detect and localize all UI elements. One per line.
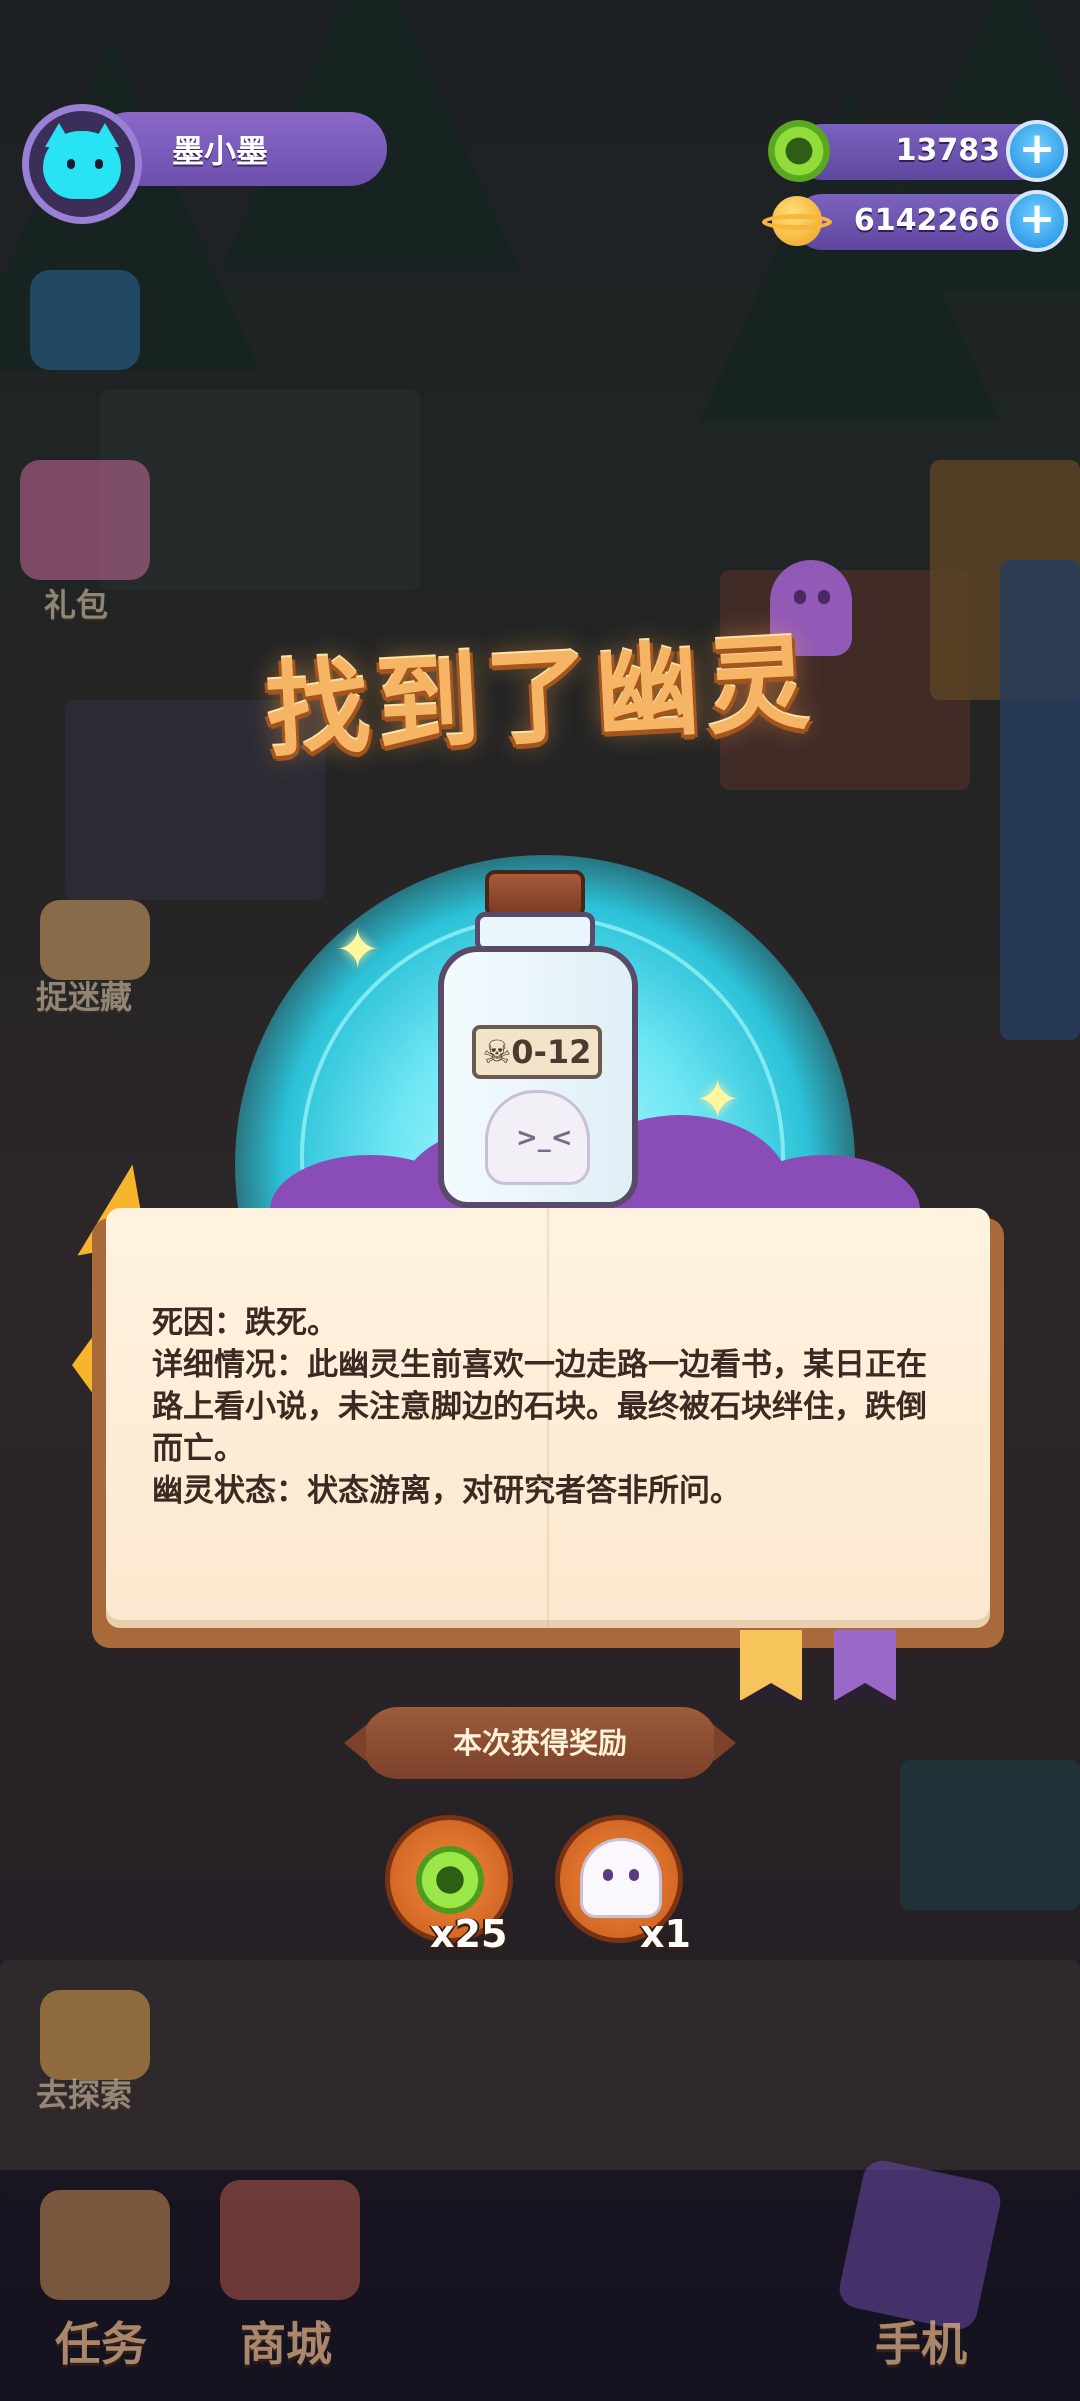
sparkle-icon: ✦ [335,918,381,981]
reward-count: x25 [430,1912,508,1956]
ghost-bottle: ☠0-12 >_< [430,870,645,1210]
death-cause: 死因：跌死。 [152,1305,338,1341]
detail-description: 详细情况：此幽灵生前喜欢一边走路一边看书，某日正在路上看小说，未注意脚边的石块。… [152,1347,927,1467]
nav-phone[interactable]: 手机 [875,2308,967,2374]
add-planet-button[interactable]: + [1006,190,1068,252]
green-donut-coin-icon [768,120,830,182]
currency-planet: 6142266 + [762,190,1068,252]
ghost-icon [580,1838,662,1918]
green-donut-coin-icon [416,1846,484,1914]
cat-face-icon [43,131,121,199]
mystery-tv-icon[interactable] [30,270,140,370]
gift-icon[interactable] [20,460,150,580]
bottle-cork [485,870,585,918]
currency-value: 13783 [895,133,1000,168]
ribbon-purple [834,1630,896,1701]
hide-seek-icon[interactable] [40,900,150,980]
task-book-icon[interactable] [40,2190,170,2300]
avatar[interactable] [22,104,142,224]
reward-title: 本次获得奖励 [344,1707,736,1779]
ribbon-yellow [740,1630,802,1701]
gift-label[interactable]: 礼包 [44,580,108,626]
explore-icon[interactable] [40,1990,150,2080]
player-profile[interactable]: 墨小墨 [22,104,387,224]
trapped-ghost-icon: >_< [485,1090,590,1185]
reward-item-ghost[interactable]: x1 [555,1815,691,1956]
add-donut-button[interactable]: + [1006,120,1068,182]
currency-value: 6142266 [853,203,1000,238]
player-name: 墨小墨 [172,132,269,170]
bottle-label: ☠0-12 [472,1025,602,1079]
orange-planet-coin-icon [762,196,832,246]
reward-item-donut[interactable]: x25 [385,1815,513,1956]
ghost-details: 死因：跌死。 详细情况：此幽灵生前喜欢一边走路一边看书，某日正在路上看小说，未注… [152,1302,942,1512]
cat-eye [67,159,75,169]
ghost-status: 幽灵状态：状态游离，对研究者答非所问。 [152,1473,741,1509]
cat-eye [95,159,103,169]
shop-icon[interactable] [220,2180,360,2300]
nav-shop[interactable]: 商城 [240,2308,332,2374]
explore-label[interactable]: 去探索 [36,2070,132,2116]
reward-count: x1 [640,1912,691,1956]
ghost-record-book: 死因：跌死。 详细情况：此幽灵生前喜欢一边走路一边看书，某日正在路上看小说，未注… [92,1208,1004,1648]
currency-donut: 13783 + [768,120,1068,182]
nav-tasks[interactable]: 任务 [55,2308,147,2374]
hide-seek-label[interactable]: 捉迷藏 [36,972,132,1018]
